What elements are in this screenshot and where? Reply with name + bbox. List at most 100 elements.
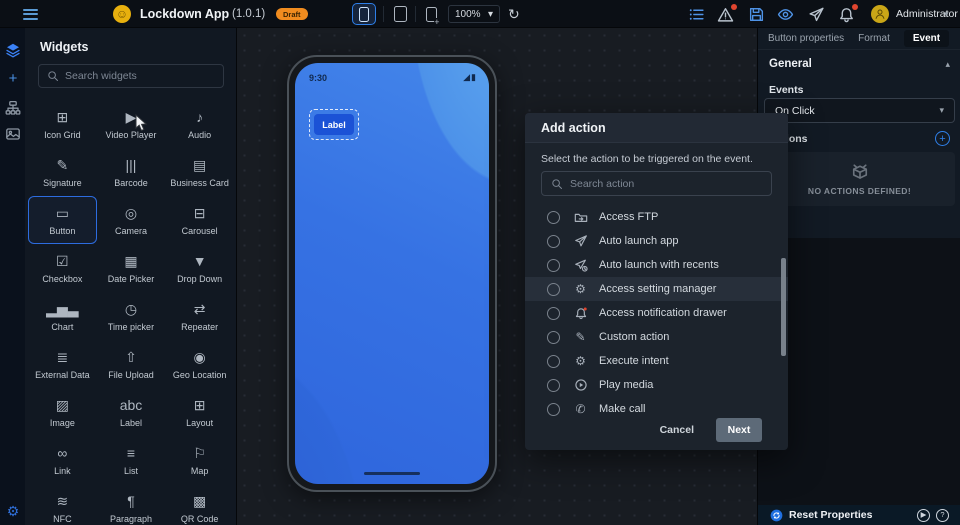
action-execute-intent[interactable]: ⚙ Execute intent (525, 349, 788, 373)
radio-icon[interactable] (547, 235, 560, 248)
bell-dot-icon (573, 306, 588, 320)
widget-nfc[interactable]: ≋ NFC (28, 484, 97, 525)
gear-icon: ⚙ (573, 283, 588, 295)
add-action-button[interactable]: + (935, 131, 950, 146)
action-play-media[interactable]: Play media (525, 373, 788, 397)
chevron-up-icon[interactable]: ▴ (945, 59, 950, 70)
label-icon: abc (120, 396, 143, 414)
rotate-device-icon[interactable]: ↻ (508, 0, 520, 28)
widget-repeater[interactable]: ⇄ Repeater (165, 292, 234, 340)
widget-business-card[interactable]: ▤ Business Card (165, 148, 234, 196)
layers-icon[interactable] (5, 42, 21, 58)
preview-eye-icon[interactable] (777, 6, 794, 23)
label-widget-button[interactable]: Label (314, 114, 354, 135)
run-icon[interactable]: ▶ (917, 509, 930, 522)
widget-image[interactable]: ▨ Image (28, 388, 97, 436)
action-auto-launch-with-recents[interactable]: Auto launch with recents (525, 253, 788, 277)
dialog-scrollbar[interactable] (781, 258, 786, 356)
radio-icon[interactable] (547, 283, 560, 296)
map-icon: ⚐ (193, 444, 206, 462)
user-avatar[interactable] (871, 5, 889, 23)
widget-video-player[interactable]: ▶ Video Player (97, 100, 166, 148)
widget-selection-outline[interactable]: Label (309, 109, 359, 140)
device-mode-tablet-button[interactable] (388, 3, 412, 25)
event-select[interactable]: On Click ▾ (764, 98, 955, 123)
widget-audio[interactable]: ♪ Audio (165, 100, 234, 148)
widget-signature[interactable]: ✎ Signature (28, 148, 97, 196)
zoom-select[interactable]: 100% ▾ (448, 5, 500, 23)
user-menu-chevron-down-icon[interactable]: ▾ (944, 0, 949, 28)
reset-properties-button[interactable]: Reset Properties (789, 509, 911, 521)
plus-icon[interactable]: + (5, 70, 21, 86)
cancel-button[interactable]: Cancel (660, 424, 694, 436)
action-auto-launch-app[interactable]: Auto launch app (525, 229, 788, 253)
widget-barcode[interactable]: ||| Barcode (97, 148, 166, 196)
widget-file-upload[interactable]: ⇧ File Upload (97, 340, 166, 388)
widgets-panel-title: Widgets (40, 40, 89, 54)
tab-button-properties[interactable]: Button properties (768, 33, 844, 44)
widget-search-input[interactable] (65, 70, 215, 82)
list-icon: ≡ (127, 444, 135, 462)
gallery-icon[interactable] (5, 126, 21, 142)
action-access-ftp[interactable]: Access FTP (525, 205, 788, 229)
widget-external-data[interactable]: ≣ External Data (28, 340, 97, 388)
widget-time-picker[interactable]: ◷ Time picker (97, 292, 166, 340)
sitemap-icon[interactable] (5, 100, 21, 116)
device-plus-icon (426, 7, 437, 22)
phone-icon (359, 7, 369, 22)
radio-icon[interactable] (547, 331, 560, 344)
audio-icon: ♪ (196, 108, 203, 126)
widget-chart[interactable]: ▂▅▃ Chart (28, 292, 97, 340)
action-custom-action[interactable]: ✎ Custom action (525, 325, 788, 349)
widget-carousel[interactable]: ⊟ Carousel (165, 196, 234, 244)
notifications-bell-icon[interactable] (838, 6, 855, 23)
file-upload-icon: ⇧ (125, 348, 137, 366)
radio-icon[interactable] (547, 259, 560, 272)
widget-button[interactable]: ▭ Button (28, 196, 97, 244)
phone-screen[interactable]: 9:30 ◢▮ Label (295, 63, 489, 484)
widget-list[interactable]: ≡ List (97, 436, 166, 484)
paper-plane-recents-icon (573, 258, 588, 272)
action-access-setting-manager[interactable]: ⚙ Access setting manager (525, 277, 788, 301)
properties-tabs: Button properties Format Event (758, 28, 960, 50)
checkbox-icon: ☑ (56, 252, 69, 270)
hamburger-menu-icon[interactable] (20, 0, 40, 28)
warnings-icon[interactable] (717, 6, 734, 23)
tablet-icon (394, 6, 407, 22)
widget-link[interactable]: ∞ Link (28, 436, 97, 484)
tab-format[interactable]: Format (858, 33, 890, 44)
widget-paragraph[interactable]: ¶ Paragraph (97, 484, 166, 525)
general-section-header[interactable]: General ▴ (769, 58, 950, 70)
radio-icon[interactable] (547, 307, 560, 320)
publish-icon[interactable] (808, 6, 825, 23)
widget-checkbox[interactable]: ☑ Checkbox (28, 244, 97, 292)
tab-event[interactable]: Event (904, 30, 949, 47)
next-button[interactable]: Next (716, 418, 762, 442)
action-search-box[interactable] (541, 171, 772, 196)
widget-layout[interactable]: ⊞ Layout (165, 388, 234, 436)
signal-battery-icons: ◢▮ (463, 72, 477, 83)
settings-gear-icon[interactable]: ⚙ (5, 503, 21, 519)
radio-icon[interactable] (547, 379, 560, 392)
help-icon[interactable]: ? (936, 509, 949, 522)
add-device-button[interactable] (419, 3, 443, 25)
radio-icon[interactable] (547, 355, 560, 368)
radio-icon[interactable] (547, 211, 560, 224)
list-view-icon[interactable] (688, 6, 705, 23)
device-mode-phone-button[interactable] (352, 3, 376, 25)
action-search-input[interactable] (570, 178, 762, 190)
widget-qr-code[interactable]: ▩ QR Code (165, 484, 234, 525)
widget-search-box[interactable] (38, 64, 224, 88)
no-actions-empty-state: NO ACTIONS DEFINED! (764, 152, 955, 206)
widget-geo-location[interactable]: ◉ Geo Location (165, 340, 234, 388)
save-icon[interactable] (748, 6, 765, 23)
widget-icon-grid[interactable]: ⊞ Icon Grid (28, 100, 97, 148)
widget-camera[interactable]: ◎ Camera (97, 196, 166, 244)
widget-label[interactable]: abc Label (97, 388, 166, 436)
widget-map[interactable]: ⚐ Map (165, 436, 234, 484)
widget-drop-down[interactable]: ▼ Drop Down (165, 244, 234, 292)
panel-footer: Reset Properties ▶ ? (758, 505, 960, 525)
chevron-down-icon: ▾ (488, 9, 493, 20)
widget-date-picker[interactable]: ▦ Date Picker (97, 244, 166, 292)
action-access-notification-drawer[interactable]: Access notification drawer (525, 301, 788, 325)
